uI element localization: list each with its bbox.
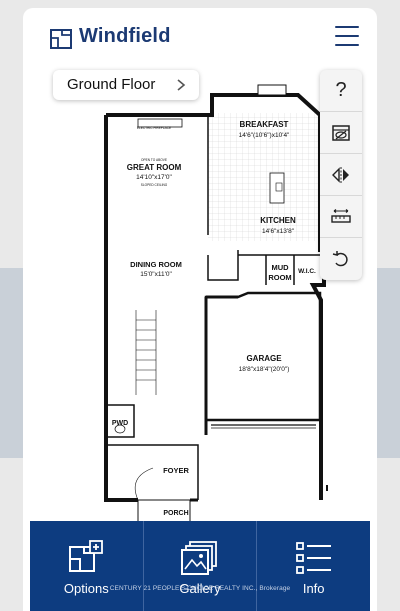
room-porch-name: PORCH [163, 510, 188, 517]
room-mud-name-2: ROOM [268, 273, 291, 282]
reset-icon [332, 251, 348, 267]
room-kitchen-name: KITCHEN [260, 216, 296, 225]
gallery-button[interactable]: Gallery [144, 521, 258, 611]
plan-toolbar: ? [320, 70, 362, 280]
help-button[interactable]: ? [320, 70, 362, 112]
floor-selector-label: Ground Floor [67, 76, 156, 93]
options-icon [69, 540, 104, 572]
floor-selector[interactable]: Ground Floor [53, 70, 199, 100]
room-great-note-bottom: SLOPED CEILING [141, 183, 168, 187]
options-button[interactable]: Options [30, 521, 144, 611]
info-list-icon [295, 542, 331, 574]
info-button[interactable]: Info [257, 521, 370, 611]
mirror-icon [332, 166, 349, 183]
room-mud-name-1: MUD [271, 263, 289, 272]
room-great-name: GREAT ROOM [127, 163, 182, 172]
page-title: Windfield [79, 25, 171, 47]
room-dining-dims: 15'0"x11'0" [140, 271, 172, 278]
room-kitchen-dims: 14'6"x13'8" [262, 228, 295, 235]
bottom-navigation: Options Gallery Info [30, 521, 370, 611]
floorplan-card: Windfield BREAKFAST 14'6"(10'6")x10'4" E… [23, 8, 377, 611]
floor-plan-drawing[interactable]: BREAKFAST 14'6"(10'6")x10'4" ELECTRIC FI… [98, 75, 328, 535]
room-garage-dims: 18'8"x18'4"(20'0") [239, 366, 290, 373]
floorplan-logo-icon [50, 29, 72, 49]
mirror-button[interactable] [320, 154, 362, 196]
hamburger-menu-icon[interactable] [333, 23, 361, 49]
room-great-note-top: OPEN TO ABOVE [141, 158, 167, 162]
room-foyer-name: FOYER [163, 466, 189, 475]
room-great-dims: 14'10"x17'0" [136, 174, 172, 181]
furniture-toggle-icon [332, 124, 350, 141]
room-dining-name: DINING ROOM [130, 260, 182, 269]
furniture-toggle-button[interactable] [320, 112, 362, 154]
brokerage-watermark: CENTURY 21 PEOPLE'S CHOICE REALTY INC., … [109, 585, 291, 592]
room-wic-name: W.I.C. [298, 268, 316, 275]
room-breakfast-name: BREAKFAST [240, 120, 289, 129]
room-garage-name: GARAGE [246, 354, 282, 363]
room-pwd-name: PWD [112, 420, 128, 427]
app-header: Windfield [23, 8, 377, 68]
measure-button[interactable] [320, 196, 362, 238]
room-great-fireplace: ELECTRIC FIREPLACE [137, 126, 171, 130]
measure-icon [331, 208, 351, 223]
room-breakfast-dims: 14'6"(10'6")x10'4" [239, 132, 290, 139]
reset-button[interactable] [320, 238, 362, 280]
help-icon: ? [335, 79, 347, 101]
gallery-icon [181, 541, 217, 575]
chevron-right-icon [177, 79, 186, 91]
